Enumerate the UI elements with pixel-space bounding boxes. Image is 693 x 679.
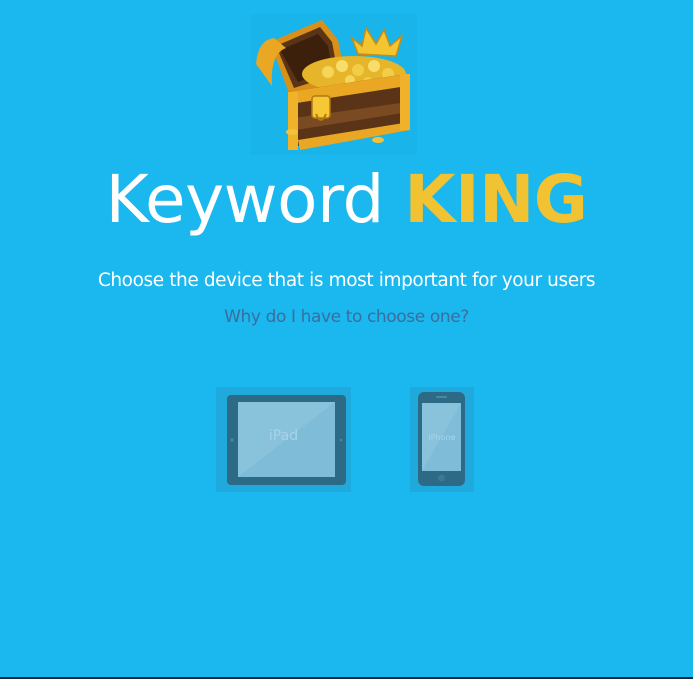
app-title-keyword: Keyword bbox=[105, 161, 385, 238]
treasure-chest-icon bbox=[256, 20, 410, 150]
device-option-iphone[interactable]: iPhone bbox=[410, 387, 474, 492]
why-choose-link[interactable]: Why do I have to choose one? bbox=[0, 305, 693, 329]
device-prompt-heading: Choose the device that is most important… bbox=[97, 270, 596, 291]
device-label-ipad: iPad bbox=[268, 428, 299, 444]
app-title: Keyword KING bbox=[0, 162, 693, 238]
app-logo bbox=[250, 14, 417, 155]
device-label-iphone: iPhone bbox=[428, 433, 456, 442]
app-title-king: KING bbox=[404, 161, 588, 238]
device-option-ipad[interactable]: iPad bbox=[216, 387, 351, 492]
